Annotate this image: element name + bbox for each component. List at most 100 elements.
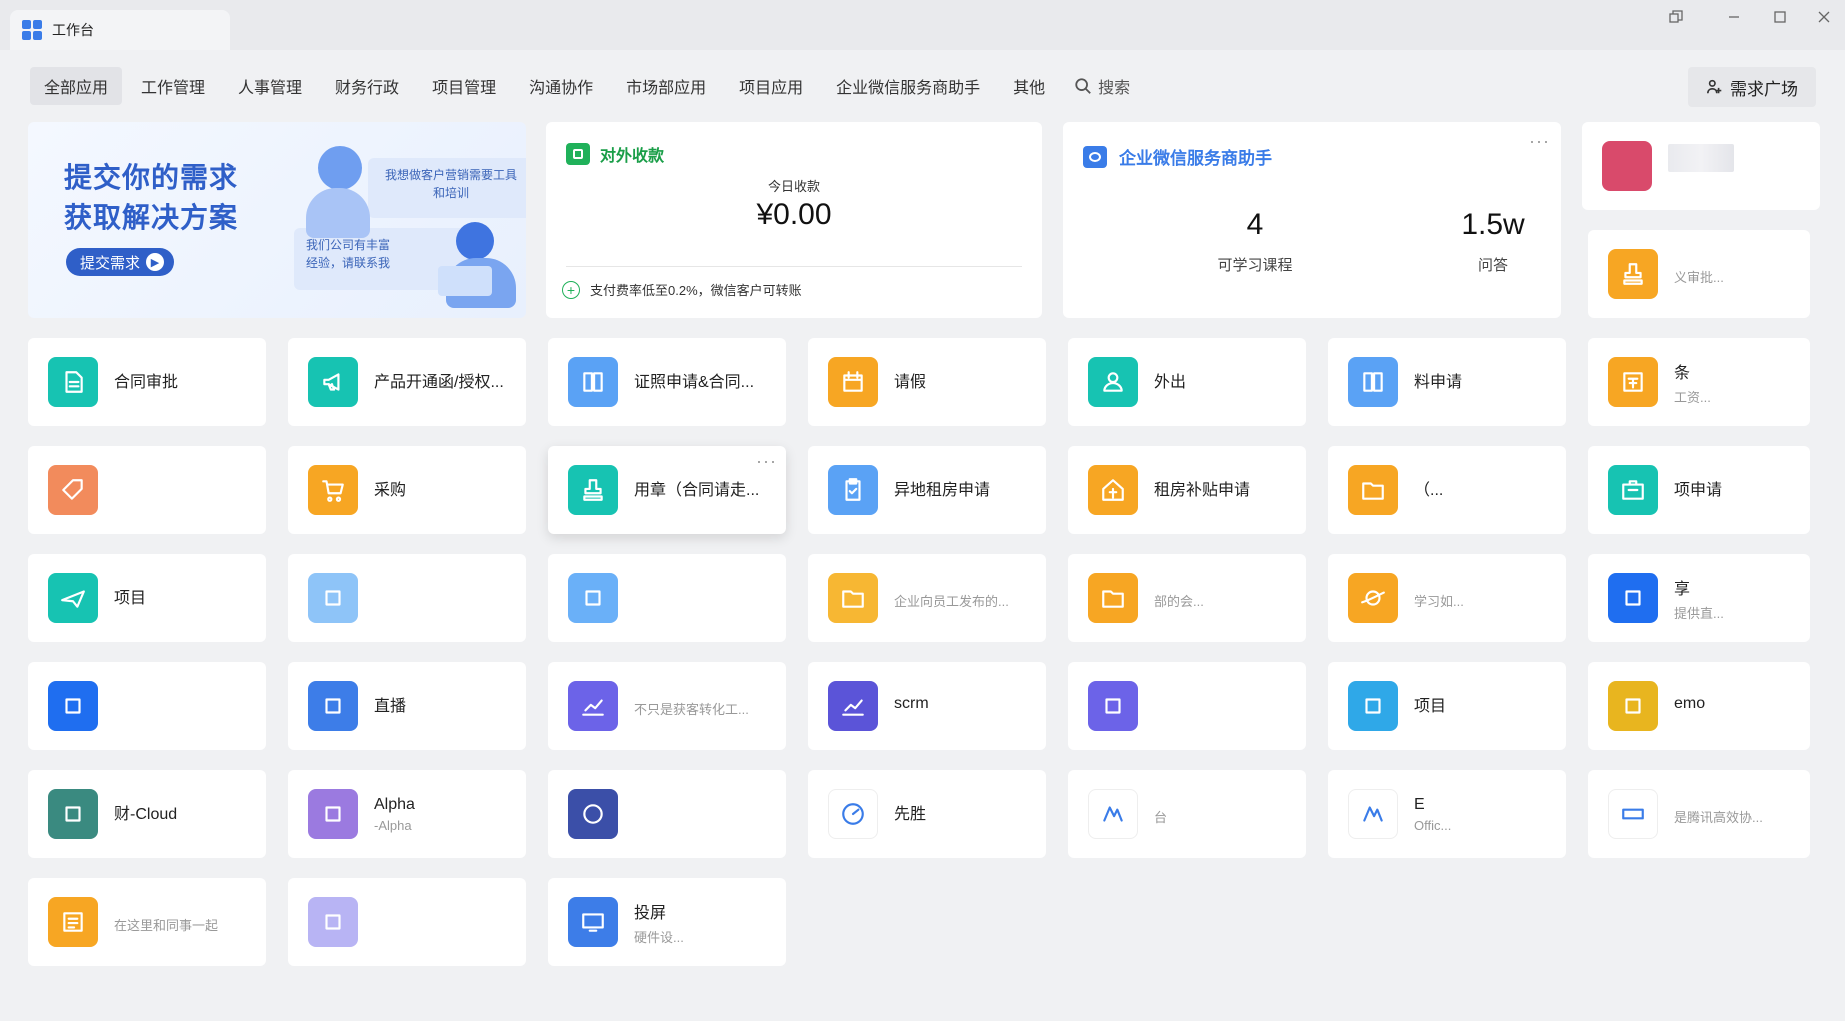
app-card-blurred[interactable] — [1582, 122, 1820, 210]
app-card[interactable]: 料申请 — [1328, 338, 1566, 426]
wecom-assistant-card[interactable]: 企业微信服务商助手 ··· 4 可学习课程 1.5w 问答 — [1063, 122, 1561, 318]
app-card[interactable]: 用章（合同请走... ··· — [548, 446, 786, 534]
app-desc: 学习如... — [1414, 593, 1464, 609]
app-card[interactable]: 租房补贴申请 — [1068, 446, 1306, 534]
app-text: 请假 — [894, 368, 926, 396]
app-card[interactable]: 先胜 — [808, 770, 1046, 858]
app-card[interactable]: 是腾讯高效协... — [1588, 770, 1810, 858]
folder-icon — [828, 573, 878, 623]
plus-circle-icon: + — [562, 280, 580, 299]
app-card[interactable]: 证照申请&合同... — [548, 338, 786, 426]
qa-stat[interactable]: 1.5w 问答 — [1393, 208, 1593, 275]
app-text: scrm — [894, 695, 929, 717]
search-button[interactable]: 搜索 — [1064, 74, 1130, 98]
tab-other[interactable]: 其他 — [999, 67, 1059, 105]
app-card[interactable] — [288, 554, 526, 642]
app-card[interactable]: 项目 — [1328, 662, 1566, 750]
app-card[interactable] — [1068, 662, 1306, 750]
app-icon — [308, 897, 358, 947]
minimize-icon[interactable] — [1716, 5, 1752, 29]
app-card[interactable] — [28, 662, 266, 750]
tab-project-management[interactable]: 项目管理 — [418, 67, 510, 105]
illustration-person-icon — [306, 188, 370, 238]
app-text: 直播 — [374, 692, 406, 720]
window-tab[interactable]: 工作台 — [10, 10, 230, 50]
app-text: 先胜 — [894, 800, 926, 828]
submit-demand-banner[interactable]: 提交你的需求 获取解决方案 提交需求 ▶ 我想做客户营销需要工具和培训 我们公司… — [28, 122, 526, 318]
app-card[interactable]: 部的会... — [1068, 554, 1306, 642]
app-name: 直播 — [374, 698, 407, 715]
app-name: 异地租房申请 — [894, 482, 991, 499]
pikachu-icon — [568, 789, 618, 839]
app-card[interactable]: emo — [1588, 662, 1810, 750]
close-icon[interactable] — [1806, 5, 1842, 29]
submit-demand-button[interactable]: 提交需求 ▶ — [66, 248, 175, 276]
app-name: 条 — [1674, 364, 1691, 382]
more-icon[interactable]: ··· — [1529, 132, 1550, 150]
app-card[interactable]: 直播 — [288, 662, 526, 750]
app-card[interactable]: 请假 — [808, 338, 1046, 426]
app-name: scrm — [894, 695, 929, 712]
app-card[interactable]: 异地租房申请 — [808, 446, 1046, 534]
app-text: 义审批... — [1674, 263, 1724, 286]
tab-marketing-apps[interactable]: 市场部应用 — [612, 67, 720, 105]
app-text: 条工资... — [1674, 359, 1711, 406]
courses-value: 4 — [1246, 208, 1264, 241]
clipboard-icon — [828, 465, 878, 515]
maximize-icon[interactable] — [1762, 5, 1798, 29]
restore-window-icon[interactable] — [1658, 5, 1694, 29]
app-card[interactable]: 项目 — [28, 554, 266, 642]
app-card[interactable]: 产品开通函/授权... — [288, 338, 526, 426]
app-card[interactable]: 义审批... — [1588, 230, 1810, 318]
today-collection-label: 今日收款 — [767, 179, 820, 194]
qa-value: 1.5w — [1461, 208, 1525, 241]
app-card[interactable]: （... — [1328, 446, 1566, 534]
app-card[interactable] — [548, 554, 786, 642]
speech-bubble: 我想做客户营销需要工具和培训 — [368, 158, 526, 218]
app-card[interactable] — [28, 446, 266, 534]
payment-footer[interactable]: + 支付费率低至0.2%，微信客户可转账 — [562, 280, 802, 299]
courses-stat[interactable]: 4 可学习课程 — [1155, 208, 1355, 275]
app-card[interactable]: 财-Cloud — [28, 770, 266, 858]
app-card[interactable] — [548, 770, 786, 858]
app-card[interactable]: scrm — [808, 662, 1046, 750]
app-text: 料申请 — [1414, 368, 1462, 396]
divider — [566, 266, 1022, 267]
app-card[interactable] — [288, 878, 526, 966]
qa-label: 问答 — [1477, 257, 1508, 274]
tab-communication[interactable]: 沟通协作 — [515, 67, 607, 105]
app-card[interactable]: 在这里和同事一起 — [28, 878, 266, 966]
app-card[interactable]: 企业向员工发布的... — [808, 554, 1046, 642]
tab-hr-management[interactable]: 人事管理 — [224, 67, 316, 105]
app-text: 项目 — [1414, 692, 1446, 720]
app-name: emo — [1674, 695, 1706, 712]
tab-project-apps[interactable]: 项目应用 — [725, 67, 817, 105]
binder-icon — [1348, 357, 1398, 407]
tab-finance-admin[interactable]: 财务行政 — [321, 67, 413, 105]
app-card[interactable]: 合同审批 — [28, 338, 266, 426]
app-card[interactable]: 项申请 — [1588, 446, 1810, 534]
tab-all-apps[interactable]: 全部应用 — [30, 67, 123, 105]
app-card[interactable]: 投屏 硬件设... — [548, 878, 786, 966]
external-payment-card[interactable]: 对外收款 今日收款 ¥0.00 + 支付费率低至0.2%，微信客户可转账 — [546, 122, 1042, 318]
app-card[interactable]: 不只是获客转化工... — [548, 662, 786, 750]
tab-work-management[interactable]: 工作管理 — [127, 67, 219, 105]
more-icon[interactable]: ··· — [756, 452, 777, 470]
app-desc: 提供直... — [1674, 605, 1724, 621]
app-text: 外出 — [1154, 368, 1186, 396]
app-text: 项目 — [114, 584, 146, 612]
app-card[interactable]: Alpha -Alpha — [288, 770, 526, 858]
demand-square-button[interactable]: 需求广场 — [1688, 67, 1816, 107]
app-card[interactable]: E Offic... — [1328, 770, 1566, 858]
app-text: 在这里和同事一起 — [114, 911, 218, 934]
app-card[interactable]: 条工资... — [1588, 338, 1810, 426]
tab-wecom-assistant[interactable]: 企业微信服务商助手 — [822, 67, 994, 105]
app-icon — [48, 789, 98, 839]
search-label: 搜索 — [1098, 80, 1131, 97]
app-card[interactable]: 台 — [1068, 770, 1306, 858]
app-card[interactable]: 享提供直... — [1588, 554, 1810, 642]
app-card[interactable]: 采购 — [288, 446, 526, 534]
megaphone-icon — [308, 357, 358, 407]
app-card[interactable]: 外出 — [1068, 338, 1306, 426]
app-card[interactable]: 学习如... — [1328, 554, 1566, 642]
